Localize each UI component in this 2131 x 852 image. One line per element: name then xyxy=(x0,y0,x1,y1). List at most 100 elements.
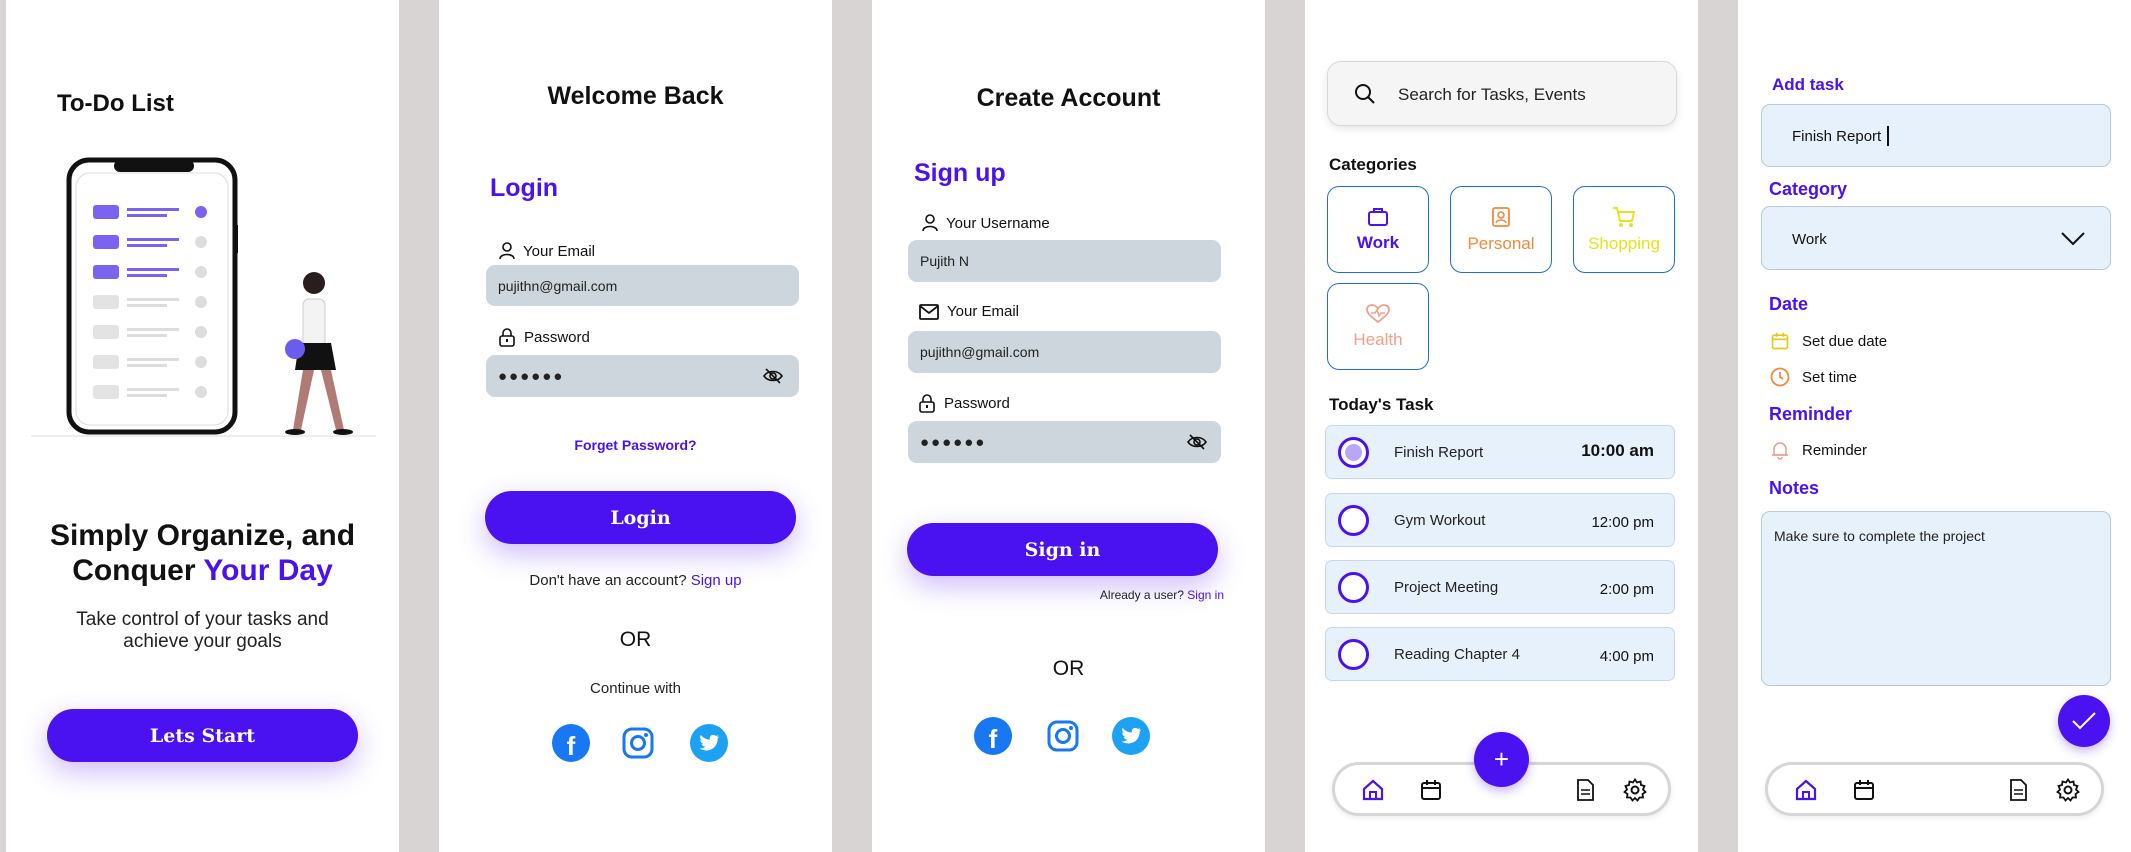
forgot-password-link[interactable]: Forget Password? xyxy=(439,437,832,453)
category-heading: Category xyxy=(1769,179,1848,199)
username-label: Your Username xyxy=(922,214,1050,232)
facebook-icon[interactable]: f xyxy=(974,717,1012,755)
settings-icon[interactable] xyxy=(1623,778,1647,802)
category-select[interactable]: Work xyxy=(1761,206,2111,270)
or-divider: OR xyxy=(1052,657,1085,680)
category-shopping[interactable]: Shopping xyxy=(1573,186,1675,273)
mail-icon xyxy=(919,303,939,320)
reminder-option-label: Reminder xyxy=(1802,441,1868,459)
signup-heading: Sign up xyxy=(914,159,1006,187)
task-row[interactable]: Reading Chapter 4 4:00 pm xyxy=(1325,627,1675,681)
set-time[interactable]: Set time xyxy=(1770,367,1857,387)
search-input[interactable]: Search for Tasks, Events xyxy=(1398,85,1586,105)
document-icon[interactable] xyxy=(2006,778,2030,802)
twitter-icon[interactable] xyxy=(690,724,728,762)
notes-textarea[interactable]: Make sure to complete the project xyxy=(1761,511,2111,686)
headline-accent: Your Day xyxy=(203,554,333,587)
home-icon[interactable] xyxy=(1794,778,1818,802)
set-due-date-label: Set due date xyxy=(1802,332,1888,350)
signup-screen: Create Account Sign up Your Username Puj… xyxy=(872,0,1265,852)
todays-task-heading: Today's Task xyxy=(1329,395,1434,414)
calendar-icon[interactable] xyxy=(1852,778,1876,802)
category-health-label: Health xyxy=(1353,329,1403,349)
calendar-icon xyxy=(1771,332,1789,350)
set-due-date[interactable]: Set due date xyxy=(1770,331,1887,351)
add-task-fab[interactable]: + xyxy=(1474,732,1529,787)
signup-password-label: Password xyxy=(918,394,1010,413)
task-row[interactable]: Gym Workout 12:00 pm xyxy=(1325,493,1675,547)
home-icon[interactable] xyxy=(1361,778,1385,802)
category-personal[interactable]: Personal xyxy=(1450,186,1552,273)
category-work[interactable]: Work xyxy=(1327,186,1429,273)
task-time: 10:00 am xyxy=(1581,441,1654,460)
password-field[interactable]: ●●●●●● xyxy=(486,355,799,397)
task-name: Finish Report xyxy=(1394,444,1484,461)
task-checkbox[interactable] xyxy=(1338,639,1369,670)
search-bar[interactable]: Search for Tasks, Events xyxy=(1327,61,1677,126)
signin-link[interactable]: Sign in xyxy=(1187,588,1224,602)
reminder-option[interactable]: Reminder xyxy=(1770,440,1867,460)
signup-email-field[interactable]: pujithn@gmail.com xyxy=(908,331,1221,373)
already-user-text: Already a user? xyxy=(1099,588,1188,602)
clock-icon xyxy=(1770,367,1790,387)
calendar-icon[interactable] xyxy=(1419,778,1443,802)
task-name-value: Finish Report xyxy=(1792,128,1882,145)
task-row[interactable]: Finish Report 10:00 am xyxy=(1325,425,1675,479)
signup-link[interactable]: Sign up xyxy=(691,572,742,589)
task-time: 2:00 pm xyxy=(1599,581,1654,598)
or-divider: OR xyxy=(619,628,652,651)
task-checkbox[interactable] xyxy=(1338,572,1369,603)
document-icon[interactable] xyxy=(1573,778,1597,802)
task-name: Project Meeting xyxy=(1394,579,1499,596)
facebook-icon[interactable]: f xyxy=(552,724,590,762)
instagram-icon[interactable] xyxy=(619,724,657,762)
task-name: Reading Chapter 4 xyxy=(1394,646,1520,663)
headline-conquer: Conquer xyxy=(72,554,204,587)
category-health[interactable]: Health xyxy=(1327,283,1429,370)
notes-heading: Notes xyxy=(1769,478,1820,498)
headline-line2: Conquer Your Day xyxy=(6,553,399,588)
signin-button[interactable]: Sign in xyxy=(907,523,1218,576)
hero-subtitle: Take control of your tasks and achieve y… xyxy=(6,609,399,653)
signup-email-label: Your Email xyxy=(919,303,1019,320)
category-shopping-label: Shopping xyxy=(1588,233,1660,253)
username-field[interactable]: Pujith N xyxy=(908,240,1221,282)
email-label-text: Your Email xyxy=(523,242,595,260)
twitter-icon[interactable] xyxy=(1112,717,1150,755)
task-name: Gym Workout xyxy=(1394,512,1486,529)
welcome-screen: To-Do List Simply Organize, and Conquer … xyxy=(6,0,399,852)
task-checkbox[interactable] xyxy=(1338,437,1369,468)
reminder-heading: Reminder xyxy=(1769,404,1853,424)
email-field[interactable]: pujithn@gmail.com xyxy=(486,265,799,306)
lock-icon xyxy=(499,328,515,347)
eye-off-icon[interactable] xyxy=(763,367,783,385)
login-button[interactable]: Login xyxy=(485,491,796,544)
lets-start-button[interactable]: Lets Start xyxy=(47,709,358,762)
add-task-screen: Add task Finish Report Category Work Dat… xyxy=(1738,0,2131,852)
confirm-button[interactable] xyxy=(2058,695,2110,747)
eye-off-icon[interactable] xyxy=(1187,433,1207,451)
lock-icon xyxy=(919,394,935,413)
hero-headline: Simply Organize, and Conquer Your Day xyxy=(6,518,399,588)
home-screen: Search for Tasks, Events Categories Work… xyxy=(1305,0,1698,852)
user-icon xyxy=(922,214,938,232)
instagram-icon[interactable] xyxy=(1044,717,1082,755)
no-account-text: Don't have an account? xyxy=(529,572,691,589)
subtitle-line1: Take control of your tasks and xyxy=(76,609,329,630)
signin-prompt: Already a user? Sign in xyxy=(1100,588,1224,602)
signup-password-field[interactable]: ●●●●●● xyxy=(908,421,1221,463)
task-name-input[interactable]: Finish Report xyxy=(1761,104,2111,167)
category-personal-label: Personal xyxy=(1467,233,1535,253)
signup-password-dots: ●●●●●● xyxy=(920,433,987,451)
chevron-down-icon xyxy=(2061,232,2085,246)
date-heading: Date xyxy=(1769,294,1809,314)
password-dots: ●●●●●● xyxy=(498,367,565,385)
bell-icon xyxy=(1772,442,1788,460)
task-time: 12:00 pm xyxy=(1591,514,1654,531)
checkmark-icon xyxy=(2072,712,2096,730)
task-row[interactable]: Project Meeting 2:00 pm xyxy=(1325,560,1675,614)
settings-icon[interactable] xyxy=(2056,778,2080,802)
password-label: Password xyxy=(498,328,590,347)
task-checkbox[interactable] xyxy=(1338,505,1369,536)
category-work-label: Work xyxy=(1356,232,1400,252)
